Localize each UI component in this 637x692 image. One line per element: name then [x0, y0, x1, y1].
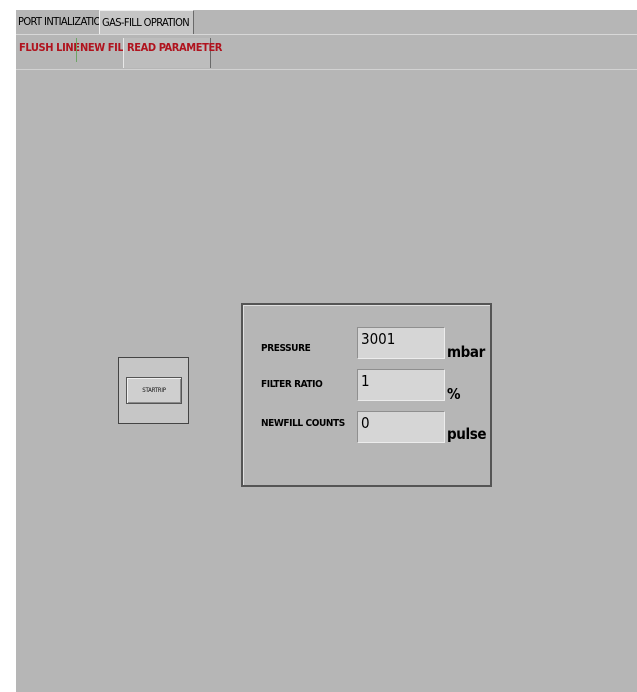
newfill-counts-field[interactable]: 0 [357, 411, 445, 443]
parameter-panel: PRESSURE 3001 mbar FILTER RATIO 1 % NEWF… [241, 303, 492, 487]
newfill-counts-unit: pulse [447, 425, 487, 443]
start-trip-button-frame: STARTRIP [118, 357, 189, 424]
tab-read-parameter[interactable]: READ PARAMETER [123, 38, 222, 68]
pressure-field[interactable]: 3001 [357, 327, 445, 359]
filter-ratio-field[interactable]: 1 [357, 369, 445, 401]
filter-ratio-label: FILTER RATIO [261, 379, 323, 390]
filter-ratio-unit: % [447, 385, 461, 403]
start-trip-button[interactable]: STARTRIP [126, 377, 182, 404]
app-window: PORT INTIALIZATION GAS-FILL OPRATION FLU… [16, 10, 637, 692]
tab-flush-line[interactable]: FLUSH LINE [16, 38, 80, 62]
pressure-label: PRESSURE [261, 343, 311, 354]
newfill-counts-label: NEWFILL COUNTS [261, 418, 345, 429]
sub-tab-bar: FLUSH LINE NEW FILL READ PARAMETER [16, 36, 637, 70]
tab-new-fill[interactable]: NEW FILL [76, 38, 130, 62]
pressure-unit: mbar [447, 343, 485, 361]
tab-port-initialization[interactable]: PORT INTIALIZATION [16, 10, 108, 34]
main-tab-bar: PORT INTIALIZATION GAS-FILL OPRATION [16, 10, 637, 35]
tab-gas-fill-operation[interactable]: GAS-FILL OPRATION [99, 10, 194, 34]
